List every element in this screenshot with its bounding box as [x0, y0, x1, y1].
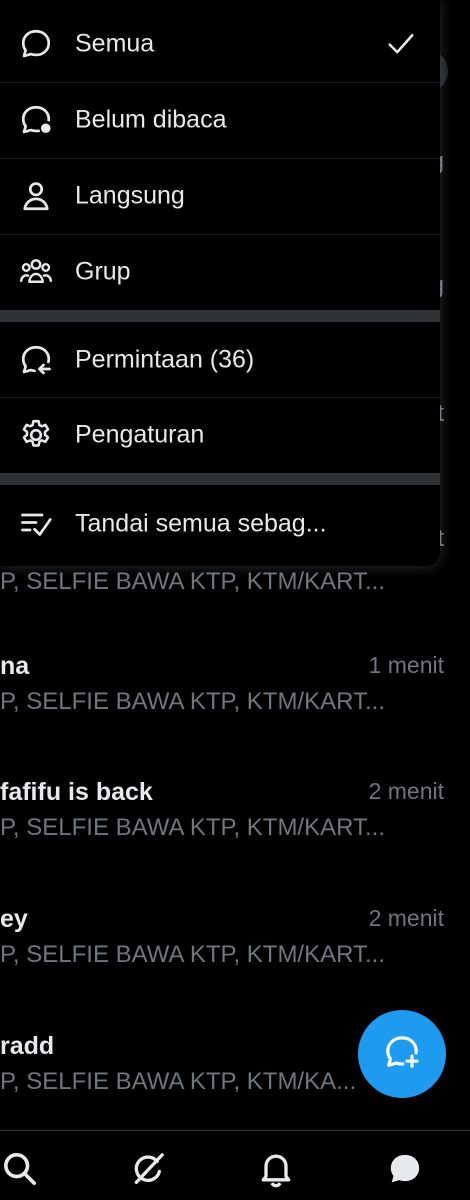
conversation-preview: P, SELFIE BAWA KTP, KTM/KART...: [0, 568, 386, 595]
conversation-time: 2 menit: [368, 905, 444, 931]
gear-icon: [18, 417, 54, 453]
conversation-name: fafifu is back: [0, 778, 153, 806]
menu-section-divider: [0, 310, 440, 322]
menu-item-semua[interactable]: Semua: [0, 6, 440, 82]
conversation-name: na: [0, 652, 30, 680]
menu-item-permintaan[interactable]: Permintaan (36): [0, 322, 440, 398]
conversation-time: 1 menit: [368, 652, 444, 678]
menu-item-label: Permintaan (36): [75, 345, 255, 374]
menu-item-pengaturan[interactable]: Pengaturan: [0, 397, 440, 473]
new-message-button[interactable]: [358, 1010, 446, 1098]
grok-icon: [128, 1153, 168, 1193]
conversation-row[interactable]: fafifu is back 2 menit P, SELFIE BAWA KT…: [0, 764, 470, 890]
conversation-name: radd: [0, 1032, 55, 1060]
menu-item-label: Tandai semua sebag...: [75, 509, 327, 538]
messages-screen: g g t t P, SELFIE BAWA KTP, KTM/KART... …: [0, 0, 470, 1200]
menu-item-label: Semua: [75, 29, 155, 58]
message-request-icon: [18, 342, 54, 378]
filter-dropdown-menu: Semua Belum dibaca Langsung Grup Permint…: [0, 0, 440, 566]
mark-read-icon: [18, 506, 54, 542]
menu-item-label: Langsung: [75, 181, 185, 210]
chat-bubble-unread-icon: [18, 102, 54, 138]
nav-notifications-button[interactable]: [256, 1149, 296, 1189]
conversation-row[interactable]: ey 2 menit P, SELFIE BAWA KTP, KTM/KART.…: [0, 891, 470, 1017]
group-icon: [18, 254, 54, 290]
chat-bubble-icon: [18, 26, 54, 62]
checkmark-icon: [386, 29, 416, 59]
menu-item-belum-dibaca[interactable]: Belum dibaca: [0, 82, 440, 158]
bottom-navigation: [0, 1130, 470, 1200]
new-message-icon: [382, 1032, 422, 1077]
menu-item-langsung[interactable]: Langsung: [0, 158, 440, 234]
bell-icon: [256, 1154, 296, 1193]
messages-icon: [385, 1154, 425, 1193]
menu-item-label: Grup: [75, 257, 131, 286]
nav-grok-button[interactable]: [128, 1149, 168, 1189]
conversation-time: 2 menit: [368, 778, 444, 804]
menu-item-tandai-semua[interactable]: Tandai semua sebag...: [0, 486, 440, 562]
search-icon: [0, 1153, 40, 1193]
conversation-preview: P, SELFIE BAWA KTP, KTM/KART...: [0, 941, 386, 968]
menu-item-label: Pengaturan: [75, 420, 205, 449]
conversation-preview: P, SELFIE BAWA KTP, KTM/KART...: [0, 688, 386, 715]
menu-item-grup[interactable]: Grup: [0, 234, 440, 310]
menu-section-divider: [0, 473, 440, 485]
conversation-row[interactable]: na 1 menit P, SELFIE BAWA KTP, KTM/KART.…: [0, 638, 470, 764]
conversation-name: ey: [0, 905, 28, 933]
nav-messages-button[interactable]: [385, 1149, 425, 1189]
conversation-preview: P, SELFIE BAWA KTP, KTM/KART...: [0, 814, 386, 841]
menu-item-label: Belum dibaca: [75, 105, 227, 134]
nav-search-button[interactable]: [0, 1149, 40, 1189]
person-icon: [18, 178, 54, 214]
